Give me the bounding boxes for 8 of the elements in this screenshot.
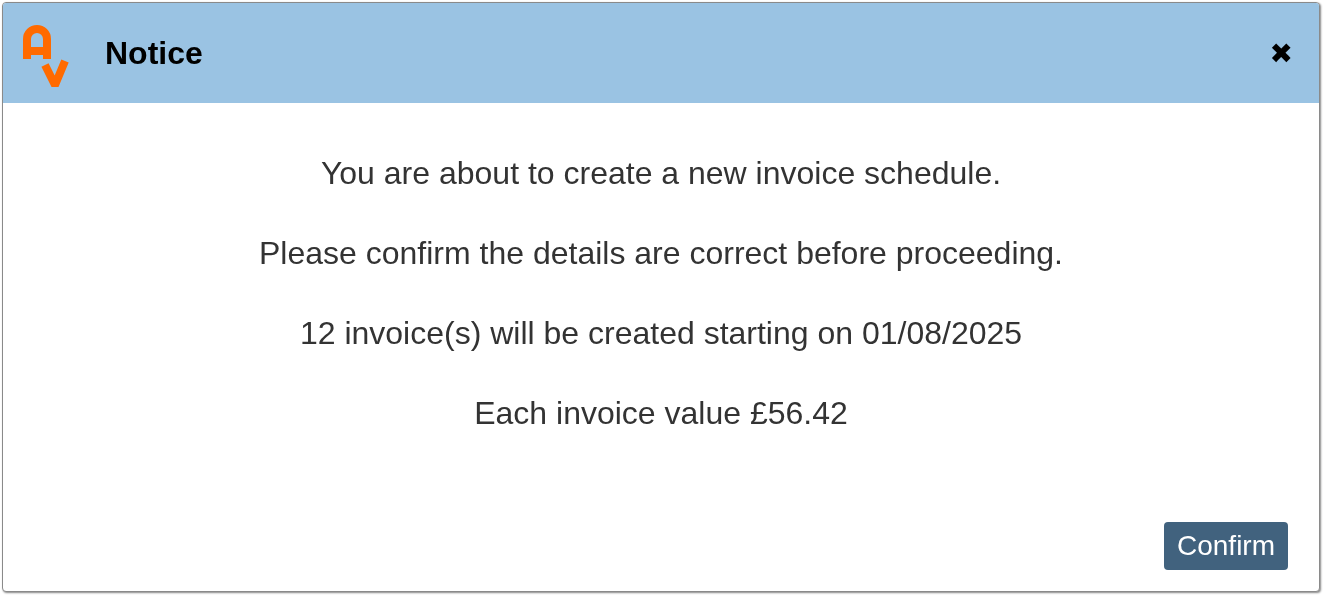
dialog-title: Notice [105,34,204,72]
message-text: Each invoice value £56.42 [474,397,848,430]
message-text: Please confirm the details are correct before proceeding. [259,237,1063,270]
message-text: 12 invoice(s) will be created starting on 01/08/2025 [299,317,1023,350]
message-text: You are about to create a new invoice schedule. [320,157,1002,190]
logo-icon [23,25,69,87]
close-button[interactable]: ✖ [1263,36,1299,70]
confirm-button[interactable]: Confirm [1164,522,1288,570]
